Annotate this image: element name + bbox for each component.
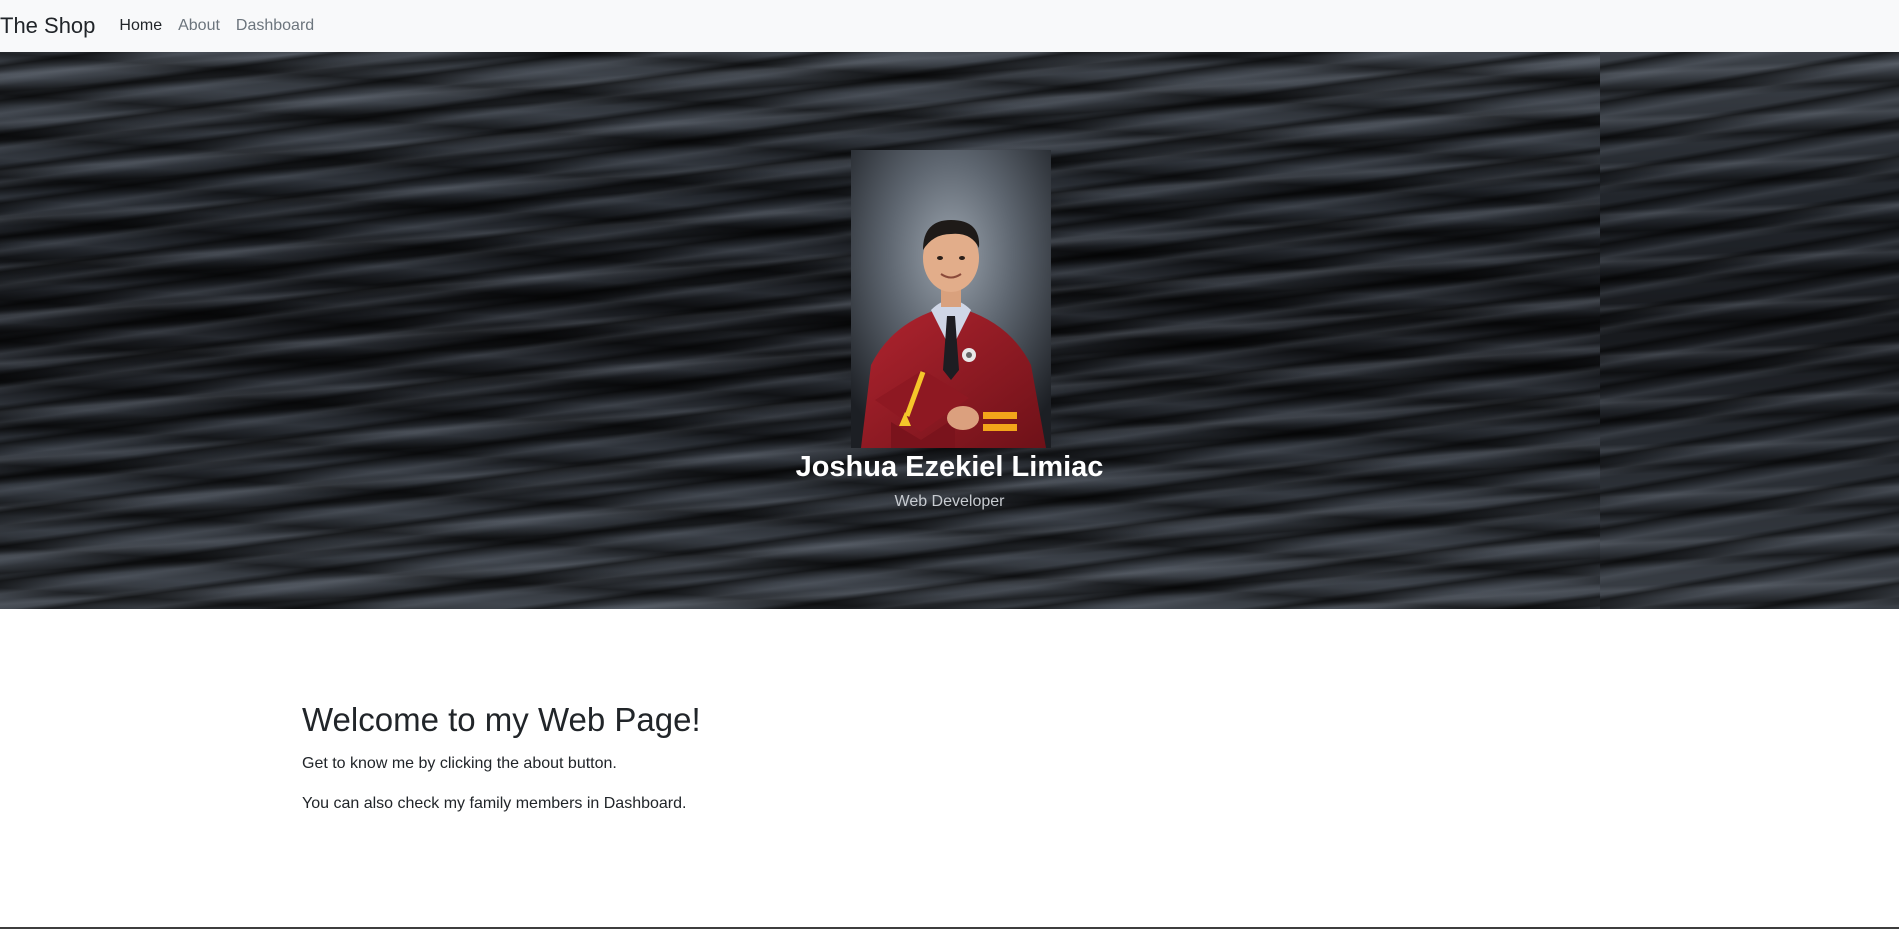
main-content: Welcome to my Web Page! Get to know me b… — [302, 700, 1302, 832]
profile-role: Web Developer — [894, 493, 1005, 510]
top-navbar: The Shop Home About Dashboard — [0, 0, 1899, 52]
nav-link-about[interactable]: About — [178, 0, 220, 52]
nav-link-home[interactable]: Home — [119, 0, 162, 52]
brand-link[interactable]: The Shop — [0, 0, 95, 52]
profile-name: Joshua Ezekiel Limiac — [795, 451, 1104, 483]
water-background-repeat — [1600, 52, 1899, 609]
profile-photo — [851, 150, 1051, 448]
nav-link-dashboard[interactable]: Dashboard — [236, 0, 314, 52]
water-background — [0, 52, 1600, 609]
dashboard-paragraph: You can also check my family members in … — [302, 795, 687, 812]
intro-paragraph: Get to know me by clicking the about but… — [302, 755, 617, 772]
welcome-title: Welcome to my Web Page! — [302, 701, 701, 738]
hero-banner: Joshua Ezekiel Limiac Web Developer — [0, 52, 1899, 609]
